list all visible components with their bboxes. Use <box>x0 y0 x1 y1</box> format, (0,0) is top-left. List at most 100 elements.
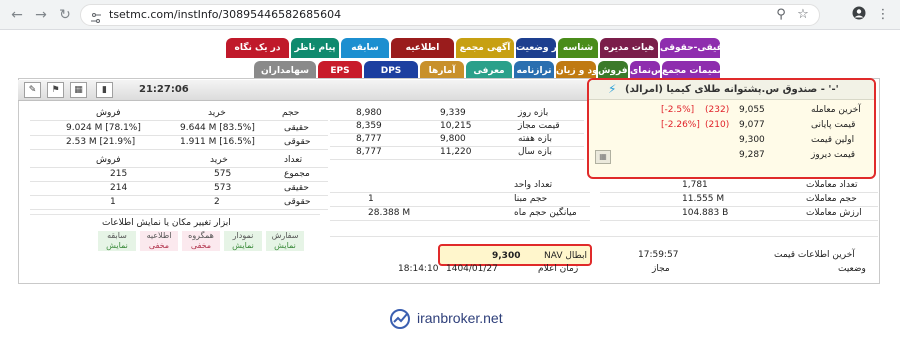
buy-count: 2 <box>214 197 220 207</box>
stat-label: تعداد معاملات <box>806 180 858 190</box>
range-low: 8,777 <box>356 134 382 144</box>
star-icon[interactable]: ☆ <box>794 6 812 24</box>
avatar-icon[interactable] <box>850 6 868 24</box>
flag-icon[interactable]: ⚑ <box>47 82 64 98</box>
row-divider <box>30 181 328 182</box>
toggle-button[interactable]: سفارش نمایش <box>266 231 304 251</box>
tab-item[interactable]: حقیقی-حقوقی <box>660 38 720 58</box>
range-label: بازه روز <box>518 108 549 118</box>
stat2-value: 28.388 M <box>368 208 411 218</box>
volume-header: حجم <box>282 108 300 118</box>
row-divider <box>30 149 328 150</box>
zoom-icon[interactable]: ⚲ <box>772 6 790 24</box>
brand-name: iranbroker.net <box>417 310 503 326</box>
fund-row-value: 9,055 <box>739 105 765 115</box>
row-divider <box>30 120 328 121</box>
grid-icon[interactable]: ▦ <box>70 82 87 98</box>
tab-item[interactable]: سابقه <box>341 38 389 58</box>
toggle-button[interactable]: همگروه مخفی <box>182 231 220 251</box>
address-bar[interactable]: tsetmc.com/instInfo/30895446582685604 <box>80 4 820 26</box>
stat2-value: 1 <box>368 194 374 204</box>
fund-row-value: 9,300 <box>739 135 765 145</box>
toggle-label: همگروه <box>188 231 214 240</box>
range-high: 9,339 <box>440 108 466 118</box>
row-divider <box>600 192 878 193</box>
tab-item[interactable]: اطلاعیه <box>391 38 454 58</box>
edit-icon[interactable]: ✎ <box>24 82 41 98</box>
fund-row-value: 9,287 <box>739 150 765 160</box>
fund-title-bar: ⚡ صندوق س.پشتوانه طلای کیمیا (امرالد) - … <box>589 80 874 100</box>
sell-count: 214 <box>110 183 128 193</box>
lightning-icon: ⚡ <box>608 82 617 96</box>
row-divider <box>30 167 328 168</box>
toggle-state: نمایش <box>106 241 128 250</box>
status-label: وضعیت <box>838 264 866 274</box>
range-label: بازه سال <box>518 147 552 157</box>
range-label: بازه هفته <box>518 134 553 144</box>
nav-label: NAV ابطال <box>544 251 588 261</box>
sell-header: فروش <box>96 108 121 118</box>
table-icon[interactable]: ▦ <box>595 150 611 164</box>
fund-row-change: (232) <box>705 105 730 115</box>
forward-icon[interactable]: → <box>32 6 50 24</box>
status-value: مجاز <box>652 264 670 274</box>
buy-count-header: خرید <box>210 155 228 165</box>
announce-label: زمان اعلام <box>538 264 579 274</box>
fund-row-label: آخرین معامله <box>811 105 861 115</box>
toggle-label: سابقه <box>107 231 127 240</box>
row-divider <box>330 159 584 160</box>
reload-icon[interactable]: ↻ <box>56 6 74 24</box>
volume-row-label: حقیقی <box>284 123 309 133</box>
count-header: تعداد <box>284 155 303 165</box>
stat2-label: میانگین حجم ماه <box>514 208 577 218</box>
sell-count: 1 <box>110 197 116 207</box>
row-divider <box>30 209 328 210</box>
toggle-button[interactable]: سابقه نمایش <box>98 231 136 251</box>
tab-item[interactable]: تغییر وضعیت <box>516 38 556 58</box>
fund-title: صندوق س.پشتوانه طلای کیمیا (امرالد) - '-… <box>625 84 839 95</box>
announce-date: 1404/01/27 <box>446 264 498 274</box>
stat-value: 11.555 M <box>682 194 725 204</box>
nav-value: 9,300 <box>492 251 521 261</box>
toggle-button[interactable]: اطلاعیه مخفی <box>140 231 178 251</box>
tools-title: ابزار تغییر مکان یا نمایش اطلاعات <box>102 218 231 228</box>
announce-time: 18:14:10 <box>398 264 439 274</box>
volume-row-label: حقوقی <box>284 137 311 147</box>
footer: iranbroker.net <box>0 284 900 342</box>
clock-time: 21:27:06 <box>139 84 189 95</box>
sell-volume: 2.53 M [21.9%] <box>66 137 136 147</box>
site-settings-icon[interactable] <box>90 9 102 23</box>
row-divider <box>330 192 590 193</box>
tab-item[interactable]: هیات مدیره <box>600 38 658 58</box>
toggle-state: مخفی <box>190 241 212 250</box>
row-divider <box>330 206 590 207</box>
tab-item[interactable]: آگهی مجمع <box>456 38 514 58</box>
toggle-state: مخفی <box>148 241 170 250</box>
stat2-label: تعداد واحد <box>514 180 553 190</box>
count-row-label: حقیقی <box>284 183 309 193</box>
range-low: 8,980 <box>356 108 382 118</box>
nav-box: 9,300 NAV ابطال <box>438 244 592 266</box>
toggle-state: نمایش <box>274 241 296 250</box>
row-divider <box>330 236 878 237</box>
tab-item[interactable]: شناسه <box>558 38 598 58</box>
count-row-label: مجموع <box>284 169 310 179</box>
chart-icon[interactable]: ▮ <box>96 82 113 98</box>
tab-item[interactable]: در یک نگاه <box>226 38 289 58</box>
tab-item[interactable]: پیام ناظر <box>291 38 339 58</box>
fund-row-change: (210) <box>705 120 730 130</box>
fund-row-label: قیمت دیروز <box>811 150 856 160</box>
range-high: 11,220 <box>440 147 472 157</box>
toggle-state: نمایش <box>232 241 254 250</box>
sell-count: 215 <box>110 169 128 179</box>
toggle-label: نمودار <box>232 231 254 240</box>
last-update-time: 17:59:57 <box>638 250 679 260</box>
toggle-button[interactable]: نمودار نمایش <box>224 231 262 251</box>
buy-header: خرید <box>208 108 226 118</box>
row-divider <box>330 220 590 221</box>
menu-icon[interactable]: ⋮ <box>874 6 892 24</box>
toggle-label: سفارش <box>271 231 299 240</box>
back-icon[interactable]: ← <box>8 6 26 24</box>
range-low: 8,777 <box>356 147 382 157</box>
tools-widget: ابزار تغییر مکان یا نمایش اطلاعات سفارش ن… <box>30 214 320 270</box>
